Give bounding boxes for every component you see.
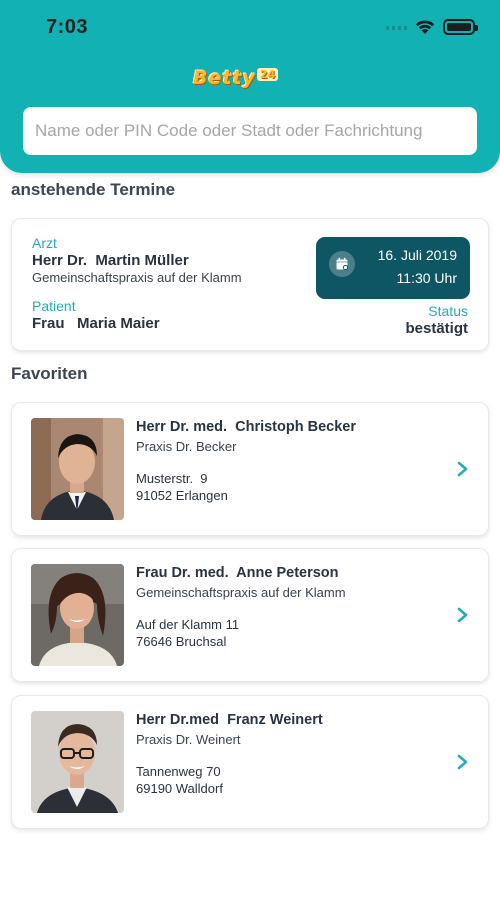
cellular-signal-icon: [386, 26, 407, 30]
betty24-logo: Betty 24: [193, 67, 279, 93]
favorite-street: Musterstr. 9: [136, 471, 208, 486]
favorite-practice: Praxis Dr. Weinert: [136, 732, 241, 747]
favorite-practice: Gemeinschaftspraxis auf der Klamm: [136, 585, 346, 600]
appointment-card[interactable]: Arzt Herr Dr. Martin Müller Gemeinschaft…: [11, 218, 489, 351]
wifi-icon: [415, 20, 435, 34]
favorite-city: 91052 Erlangen: [136, 488, 228, 503]
battery-icon: [443, 19, 478, 35]
favorite-name: Herr Dr.med Franz Weinert: [136, 712, 323, 728]
logo-text: Betty: [193, 67, 256, 89]
appointment-datetime: 16. Juli 2019 11:30 Uhr: [316, 237, 470, 299]
doctor-photo: [31, 418, 124, 520]
patient-name: Frau Maria Maier: [32, 315, 160, 332]
logo-sup: 24: [256, 68, 279, 81]
calendar-check-icon: [329, 251, 355, 277]
chevron-right-icon[interactable]: [456, 753, 470, 771]
chevron-right-icon[interactable]: [456, 606, 470, 624]
app-header: 7:03 Betty 24: [0, 0, 500, 173]
favorite-street: Tannenweg 70: [136, 764, 221, 779]
favorite-name: Herr Dr. med. Christoph Becker: [136, 419, 356, 435]
favorite-city: 69190 Walldorf: [136, 781, 223, 796]
upcoming-section-title: anstehende Termine: [11, 180, 176, 199]
search-input[interactable]: [23, 107, 477, 155]
doctor-photo: [31, 711, 124, 813]
doctor-photo: [31, 564, 124, 666]
favorite-card[interactable]: Frau Dr. med. Anne Peterson Gemeinschaft…: [11, 548, 489, 682]
doctor-practice: Gemeinschaftspraxis auf der Klamm: [32, 270, 242, 285]
appointment-date: 16. Juli 2019: [377, 247, 457, 263]
status-time: 7:03: [46, 16, 89, 38]
favorite-card[interactable]: Herr Dr.med Franz Weinert Praxis Dr. Wei…: [11, 695, 489, 829]
status-bar: 7:03: [0, 0, 500, 56]
favorite-name: Frau Dr. med. Anne Peterson: [136, 565, 339, 581]
favorite-practice: Praxis Dr. Becker: [136, 439, 237, 454]
doctor-label: Arzt: [32, 235, 57, 251]
favorite-card[interactable]: Herr Dr. med. Christoph Becker Praxis Dr…: [11, 402, 489, 536]
status-value: bestätigt: [405, 320, 468, 337]
chevron-right-icon[interactable]: [456, 460, 470, 478]
favorites-section-title: Favoriten: [11, 364, 88, 383]
appointment-time: 11:30 Uhr: [396, 270, 457, 286]
patient-label: Patient: [32, 298, 76, 314]
favorite-city: 76646 Bruchsal: [136, 634, 227, 649]
status-label: Status: [428, 303, 468, 319]
favorite-street: Auf der Klamm 11: [136, 617, 240, 632]
doctor-name: Herr Dr. Martin Müller: [32, 252, 189, 269]
